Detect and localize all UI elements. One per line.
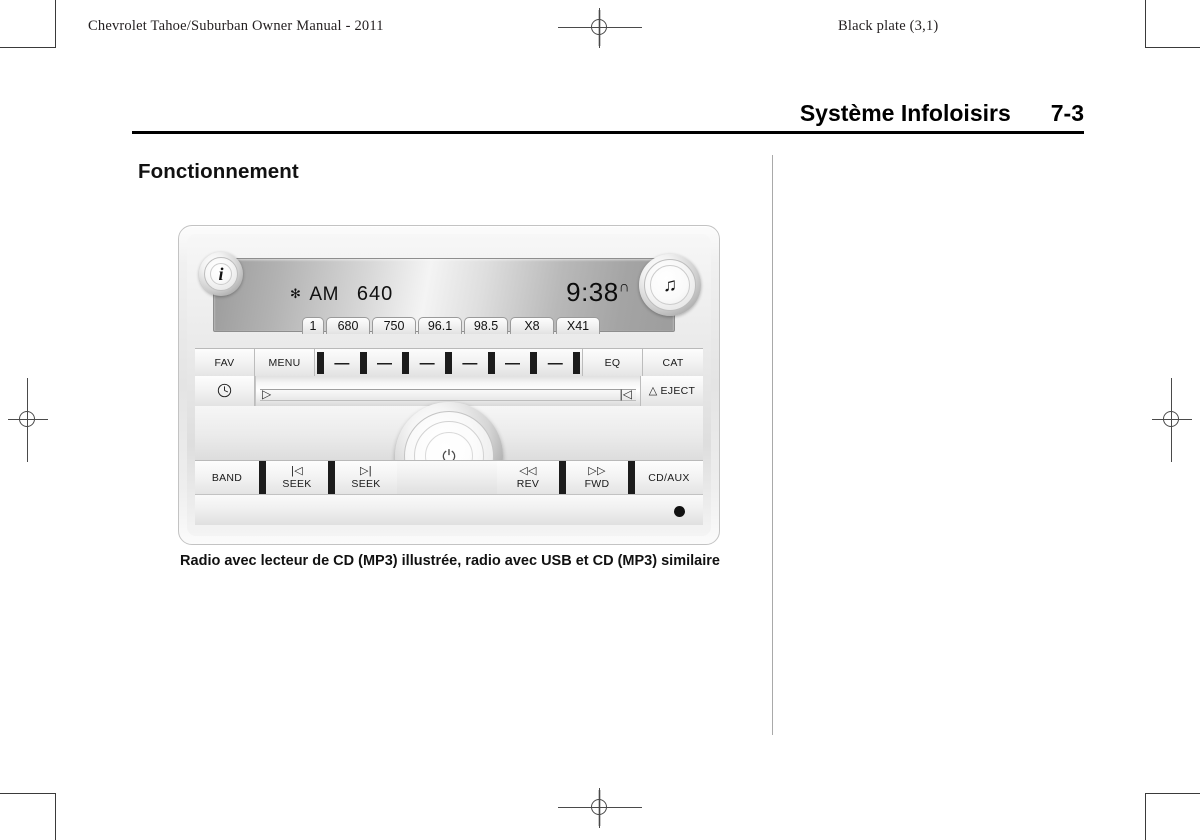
fwd-label: FWD bbox=[584, 478, 610, 490]
preset-buttons-area: — — — — — — bbox=[315, 349, 583, 377]
registration-mark-bottom bbox=[558, 788, 642, 828]
clock-icon bbox=[217, 383, 232, 399]
title-rule bbox=[132, 131, 1084, 134]
fav-button[interactable]: FAV bbox=[195, 349, 255, 377]
page-title-band: Système Infoloisirs 7-3 bbox=[132, 100, 1084, 134]
crop-mark-top-right-vertical bbox=[1145, 0, 1146, 47]
column-divider bbox=[772, 155, 773, 735]
preset-divider-bar bbox=[359, 352, 367, 374]
crop-mark-top-left-horizontal bbox=[0, 47, 56, 48]
preset-tab[interactable]: X8 bbox=[510, 317, 554, 334]
fwd-button[interactable]: ▷▷ FWD bbox=[566, 461, 628, 495]
crop-mark-bottom-left-horizontal bbox=[0, 793, 56, 794]
preset-button-4[interactable]: — bbox=[452, 356, 488, 371]
running-header-left: Chevrolet Tahoe/Suburban Owner Manual - … bbox=[88, 18, 384, 34]
cd-aux-button[interactable]: CD/AUX bbox=[635, 461, 703, 495]
registration-mark-left bbox=[8, 378, 48, 462]
figure-caption: Radio avec lecteur de CD (MP3) illustrée… bbox=[180, 553, 720, 569]
page-number: 7-3 bbox=[1050, 100, 1084, 126]
button-divider-bar bbox=[328, 461, 335, 495]
display-band-group: ✻ AM 640 bbox=[290, 283, 393, 306]
preset-tab[interactable]: 750 bbox=[372, 317, 416, 334]
eq-button[interactable]: EQ bbox=[583, 349, 643, 377]
radio-inner-bezel: ✻ AM 640 9:38∩ 1 680 750 96.1 98.5 X8 X4… bbox=[187, 234, 711, 536]
source-indicator-icon: ✻ bbox=[290, 286, 302, 301]
chapter-title: Système Infoloisirs bbox=[799, 100, 1011, 126]
preset-tab-row: 1 680 750 96.1 98.5 X8 X41 bbox=[302, 316, 602, 334]
display-time-suffix-icon: ∩ bbox=[618, 278, 630, 296]
seek-back-label: SEEK bbox=[282, 478, 312, 490]
button-divider-bar bbox=[559, 461, 566, 495]
running-header-right: Black plate (3,1) bbox=[838, 18, 939, 34]
previous-track-icon: |◁ bbox=[619, 387, 632, 401]
seek-forward-label: SEEK bbox=[351, 478, 381, 490]
rev-button[interactable]: ◁◁ REV bbox=[497, 461, 559, 495]
display-time-value: 9:38 bbox=[566, 277, 619, 307]
info-icon: i bbox=[218, 264, 224, 284]
cd-slot-opening bbox=[260, 389, 636, 401]
seek-back-icon: |◁ bbox=[291, 465, 303, 477]
music-note-icon: ♫ bbox=[662, 274, 678, 296]
display-clock: 9:38∩ bbox=[566, 277, 630, 308]
menu-button[interactable]: MENU bbox=[255, 349, 315, 377]
crop-mark-top-right-horizontal bbox=[1145, 47, 1200, 48]
radio-display: ✻ AM 640 9:38∩ 1 680 750 96.1 98.5 X8 X4… bbox=[213, 258, 675, 334]
preset-divider-bar bbox=[530, 352, 538, 374]
band-button[interactable]: BAND bbox=[195, 461, 259, 495]
display-frequency: 640 bbox=[356, 283, 394, 305]
button-divider-bar bbox=[259, 461, 266, 495]
eject-label: EJECT bbox=[660, 385, 696, 397]
reset-hole-icon bbox=[674, 506, 685, 517]
preset-divider-bar bbox=[573, 352, 581, 374]
seek-back-button[interactable]: |◁ SEEK bbox=[266, 461, 328, 495]
crop-mark-bottom-left-vertical bbox=[55, 793, 56, 840]
button-divider-bar bbox=[628, 461, 635, 495]
preset-tab[interactable]: 98.5 bbox=[464, 317, 508, 334]
crop-mark-bottom-right-horizontal bbox=[1145, 793, 1200, 794]
radio-faceplate-figure: ✻ AM 640 9:38∩ 1 680 750 96.1 98.5 X8 X4… bbox=[178, 225, 720, 545]
preset-divider-bar bbox=[402, 352, 410, 374]
rev-label: REV bbox=[516, 478, 540, 490]
preset-tab[interactable]: 1 bbox=[302, 317, 324, 334]
play-icon: ▷ bbox=[262, 387, 272, 401]
eject-button[interactable]: △ EJECT bbox=[641, 376, 703, 406]
seek-forward-icon: ▷| bbox=[360, 465, 372, 477]
crop-mark-bottom-right-vertical bbox=[1145, 793, 1146, 840]
registration-mark-top bbox=[558, 8, 642, 48]
preset-tab[interactable]: 680 bbox=[326, 317, 370, 334]
preset-button-1[interactable]: — bbox=[324, 356, 360, 371]
button-row-presets: FAV MENU — — — — — — EQ CAT bbox=[195, 348, 703, 378]
knob-cutout-gap bbox=[397, 461, 497, 495]
preset-tab[interactable]: X41 bbox=[556, 317, 600, 334]
fast-forward-icon: ▷▷ bbox=[588, 465, 606, 477]
crop-mark-top-left-vertical bbox=[55, 0, 56, 47]
cat-button[interactable]: CAT bbox=[643, 349, 703, 377]
preset-button-3[interactable]: — bbox=[409, 356, 445, 371]
seek-forward-button[interactable]: ▷| SEEK bbox=[335, 461, 397, 495]
eject-icon: △ bbox=[648, 384, 658, 397]
preset-divider-bar bbox=[487, 352, 495, 374]
display-band-label: AM bbox=[309, 283, 339, 305]
button-row-transport: BAND |◁ SEEK ▷| SEEK ◁◁ REV ▷▷ FWD CD/AU… bbox=[195, 460, 703, 496]
preset-button-5[interactable]: — bbox=[495, 356, 531, 371]
clock-button[interactable] bbox=[195, 376, 255, 406]
preset-divider-bar bbox=[317, 352, 324, 374]
radio-bottom-panel bbox=[195, 494, 703, 525]
registration-mark-right bbox=[1152, 378, 1192, 462]
preset-divider-bar bbox=[445, 352, 453, 374]
section-heading: Fonctionnement bbox=[138, 160, 299, 183]
music-volume-knob[interactable]: ♫ bbox=[639, 254, 701, 316]
preset-button-2[interactable]: — bbox=[367, 356, 403, 371]
preset-tab[interactable]: 96.1 bbox=[418, 317, 462, 334]
info-knob[interactable]: i bbox=[199, 252, 243, 296]
preset-button-6[interactable]: — bbox=[537, 356, 573, 371]
rewind-icon: ◁◁ bbox=[519, 465, 537, 477]
